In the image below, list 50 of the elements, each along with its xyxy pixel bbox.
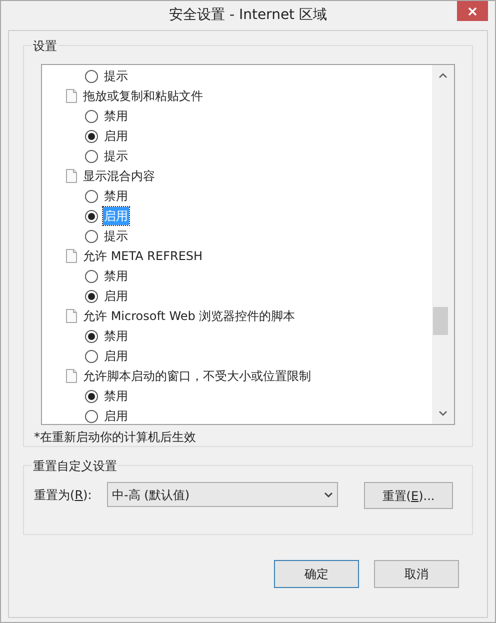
- setting-label: 拖放或复制和粘贴文件: [83, 88, 203, 105]
- close-button[interactable]: [457, 1, 488, 21]
- radio-button[interactable]: [85, 230, 98, 242]
- scroll-down-icon[interactable]: [439, 411, 447, 416]
- option-label[interactable]: 提示: [103, 67, 129, 85]
- document-icon: [66, 169, 77, 183]
- setting-label: 显示混合内容: [83, 168, 155, 185]
- radio-button[interactable]: [85, 190, 98, 202]
- setting-label: 允许脚本启动的窗口，不受大小或位置限制: [83, 368, 311, 385]
- radio-button[interactable]: [85, 150, 98, 162]
- option-label[interactable]: 启用: [103, 407, 129, 424]
- scrollbar-thumb[interactable]: [433, 307, 448, 335]
- radio-button[interactable]: [85, 290, 98, 302]
- radio-button[interactable]: [85, 390, 98, 402]
- scrollbar[interactable]: [432, 65, 454, 424]
- option-label[interactable]: 禁用: [103, 107, 129, 125]
- radio-button[interactable]: [85, 410, 98, 422]
- option-label[interactable]: 提示: [103, 147, 129, 165]
- radio-button[interactable]: [85, 70, 98, 82]
- option-label[interactable]: 提示: [103, 227, 129, 245]
- setting-label: 允许 META REFRESH: [83, 248, 203, 265]
- cancel-button[interactable]: 取消: [374, 560, 459, 588]
- setting-label: 允许 Microsoft Web 浏览器控件的脚本: [83, 308, 296, 325]
- note-text: *在重新启动你的计算机后生效: [34, 429, 197, 446]
- radio-button[interactable]: [85, 110, 98, 122]
- document-icon: [66, 369, 77, 383]
- group-label: 重置自定义设置: [32, 457, 118, 475]
- reset-button[interactable]: 重置(E)...: [364, 482, 453, 509]
- radio-button[interactable]: [85, 330, 98, 342]
- dropdown-caret-icon: [324, 492, 333, 498]
- option-label[interactable]: 禁用: [103, 327, 129, 345]
- document-icon: [66, 309, 77, 323]
- preset-dropdown[interactable]: 中-高 (默认值): [107, 482, 338, 507]
- option-label[interactable]: 启用: [103, 287, 129, 305]
- radio-button[interactable]: [85, 270, 98, 282]
- option-label[interactable]: 启用: [103, 127, 129, 145]
- radio-button[interactable]: [85, 350, 98, 362]
- option-label[interactable]: 启用: [103, 347, 129, 365]
- close-icon: [468, 6, 477, 16]
- ok-button[interactable]: 确定: [274, 560, 359, 588]
- window-title: 安全设置 - Internet 区域: [169, 6, 327, 25]
- radio-button[interactable]: [85, 210, 98, 222]
- scroll-up-icon[interactable]: [439, 73, 447, 78]
- document-icon: [66, 249, 77, 263]
- field-label: 重置为(R):: [34, 487, 93, 504]
- radio-button[interactable]: [85, 130, 98, 142]
- document-icon: [66, 89, 77, 103]
- option-label[interactable]: 禁用: [103, 267, 129, 285]
- option-label[interactable]: 禁用: [103, 187, 129, 205]
- option-label[interactable]: 禁用: [103, 387, 129, 405]
